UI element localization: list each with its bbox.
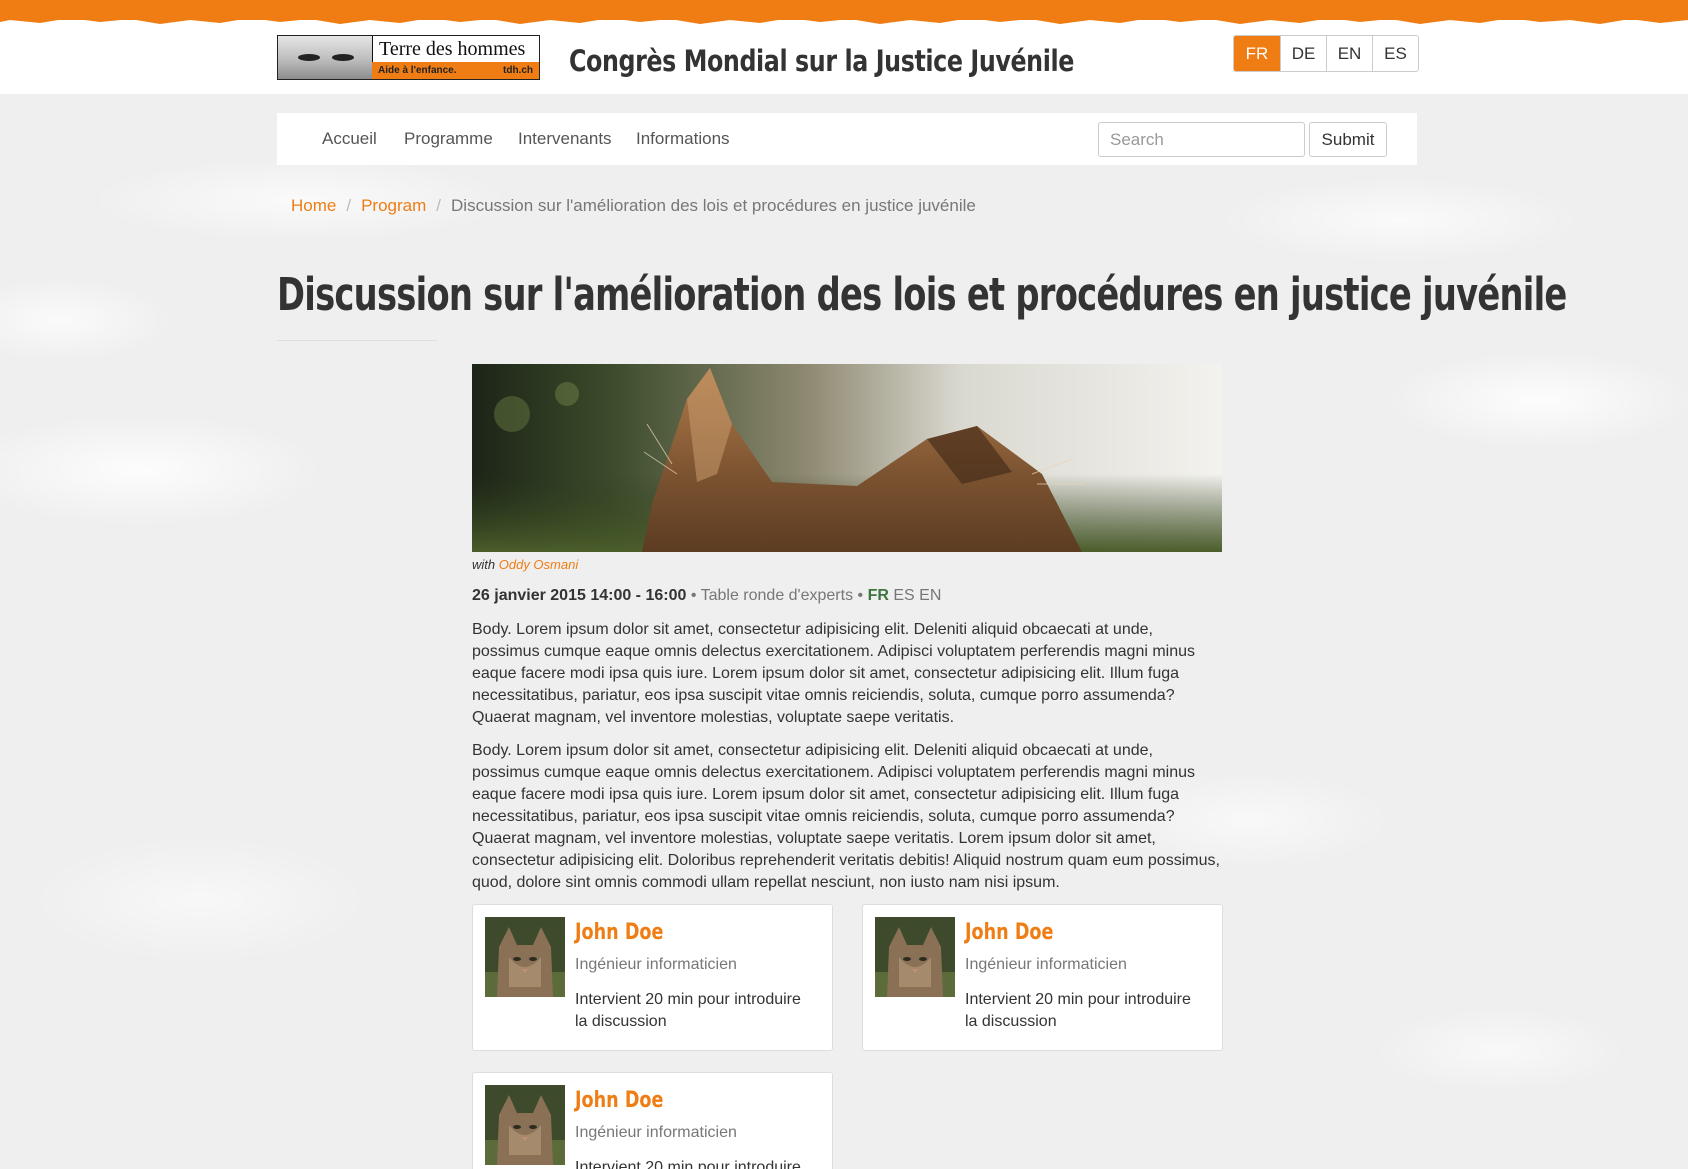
search-submit-button[interactable]: Submit [1309, 122, 1387, 157]
torn-edge [0, 16, 1688, 24]
site-title: Congrès Mondial sur la Justice Juvénile [569, 44, 1074, 78]
top-orange-bar [0, 0, 1688, 24]
article-body: Body. Lorem ipsum dolor sit amet, consec… [472, 619, 1222, 905]
speaker-card[interactable]: John Doe Ingénieur informaticien Intervi… [862, 904, 1223, 1051]
logo-name: Terre des hommes [372, 36, 539, 62]
session-date: 26 janvier 2015 14:00 - 16:00 [472, 587, 687, 604]
session-language-other: ES EN [893, 587, 942, 604]
meta-bullet: • [857, 587, 864, 604]
speaker-name-link[interactable]: John Doe [575, 1088, 663, 1113]
logo-tagline-row: Aide à l'enfance. tdh.ch [372, 62, 539, 79]
lang-es-button[interactable]: ES [1372, 36, 1418, 71]
breadcrumb-program[interactable]: Program [361, 196, 426, 216]
cat-ears-photo [472, 364, 1222, 552]
language-switcher: FR DE EN ES [1233, 35, 1419, 72]
nav-item-intervenants[interactable]: Intervenants [518, 113, 612, 165]
session-language-active: FR [867, 587, 889, 604]
breadcrumb-home[interactable]: Home [291, 196, 336, 216]
lang-de-button[interactable]: DE [1280, 36, 1326, 71]
nav-item-informations[interactable]: Informations [636, 113, 730, 165]
lang-fr-button[interactable]: FR [1234, 36, 1280, 71]
logo-eye-right [332, 54, 354, 61]
terre-des-hommes-logo[interactable]: Terre des hommes Aide à l'enfance. tdh.c… [277, 35, 540, 80]
hero-image [472, 364, 1222, 552]
hero-caption: with Oddy Osmani [472, 557, 578, 572]
breadcrumb-separator: / [346, 196, 352, 215]
breadcrumb-current: Discussion sur l'amélioration des lois e… [451, 196, 976, 215]
speaker-card[interactable]: John Doe Ingénieur informaticien Intervi… [472, 904, 833, 1051]
grunge-background [0, 0, 1688, 1169]
nav-item-accueil[interactable]: Accueil [322, 113, 377, 165]
caption-speaker-link[interactable]: Oddy Osmani [499, 557, 578, 572]
search-input[interactable] [1098, 122, 1305, 157]
speaker-name-link[interactable]: John Doe [575, 920, 663, 945]
body-paragraph: Body. Lorem ipsum dolor sit amet, consec… [472, 621, 1196, 726]
speaker-avatar [485, 1085, 565, 1165]
title-divider [277, 340, 437, 341]
cat-avatar-icon [485, 1085, 565, 1165]
speaker-name-link[interactable]: John Doe [965, 920, 1053, 945]
logo-eye-left [298, 54, 320, 61]
logo-domain: tdh.ch [503, 65, 533, 76]
speaker-avatar [485, 917, 565, 997]
breadcrumb-separator: / [436, 196, 442, 215]
main-navbar: Accueil Programme Intervenants Informati… [277, 113, 1417, 165]
caption-prefix: with [472, 557, 496, 572]
page-title: Discussion sur l'amélioration des lois e… [277, 268, 1567, 321]
session-type: Table ronde d'experts [700, 587, 854, 604]
speaker-description: Intervient 20 min pour introduire la dis… [575, 991, 801, 1030]
body-paragraph: Body. Lorem ipsum dolor sit amet, consec… [472, 742, 1220, 891]
speaker-role: Ingénieur informaticien [965, 956, 1127, 973]
logo-face-image [278, 36, 372, 79]
nav-item-programme[interactable]: Programme [404, 113, 493, 165]
session-meta: 26 janvier 2015 14:00 - 16:00 • Table ro… [472, 587, 941, 605]
logo-tagline: Aide à l'enfance. [378, 65, 457, 76]
speaker-card[interactable]: John Doe Ingénieur informaticien Intervi… [472, 1072, 833, 1169]
speaker-description: Intervient 20 min pour introduire la dis… [965, 991, 1191, 1030]
speaker-role: Ingénieur informaticien [575, 956, 737, 973]
speaker-avatar [875, 917, 955, 997]
logo-brand: Terre des hommes Aide à l'enfance. tdh.c… [372, 36, 539, 79]
lang-en-button[interactable]: EN [1326, 36, 1372, 71]
breadcrumb: Home / Program / Discussion sur l'amélio… [291, 196, 976, 216]
speaker-role: Ingénieur informaticien [575, 1124, 737, 1141]
cat-avatar-icon [875, 917, 955, 997]
cat-avatar-icon [485, 917, 565, 997]
meta-bullet: • [690, 587, 697, 604]
speaker-description: Intervient 20 min pour introduire [575, 1159, 801, 1169]
